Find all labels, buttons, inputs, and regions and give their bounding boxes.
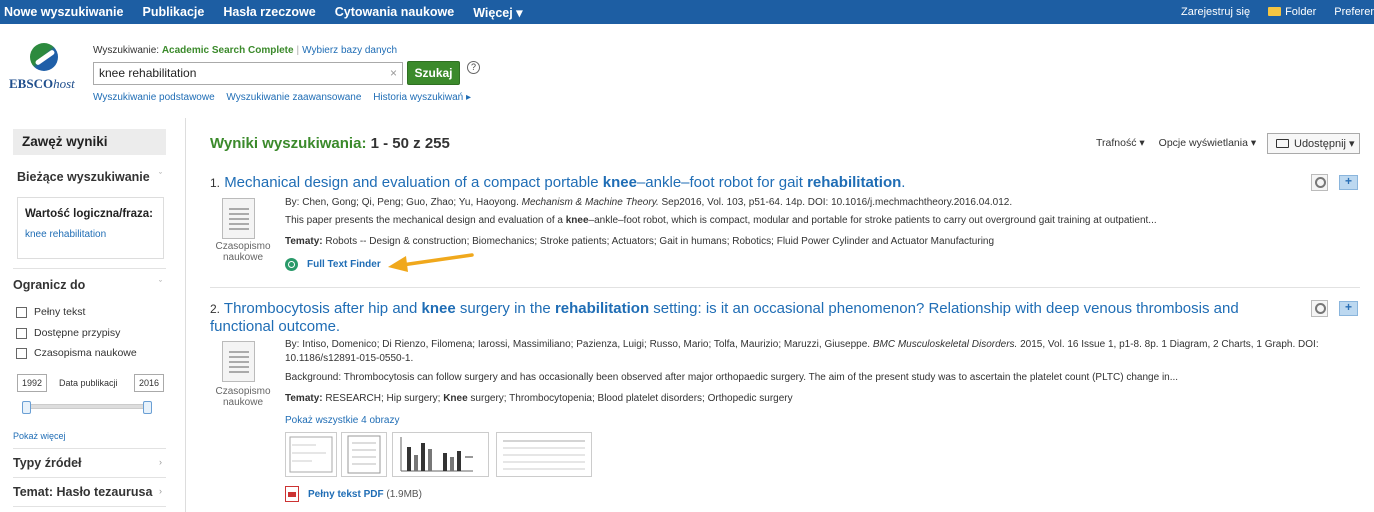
- limit-to-section[interactable]: Ogranicz do ˇ: [13, 278, 166, 292]
- image-thumbnails: [285, 432, 595, 479]
- nav-more-menu[interactable]: Więcej ▾: [473, 5, 522, 20]
- year-to-input[interactable]: 2016: [133, 374, 164, 392]
- clear-search-icon[interactable]: ×: [390, 66, 397, 80]
- nav-publications[interactable]: Publikacje: [142, 5, 204, 19]
- chevron-right-icon: ›: [159, 457, 162, 467]
- slider-track: [26, 404, 148, 409]
- folder-icon: [1268, 7, 1282, 16]
- slider-handle-end[interactable]: [143, 401, 152, 414]
- chevron-up-icon: ˇ: [159, 171, 162, 181]
- subject-thesaurus-section[interactable]: Temat: Hasło tezaurusa ›: [13, 485, 166, 499]
- top-navigation-bar: Nowe wyszukiwanie Publikacje Hasła rzecz…: [0, 0, 1374, 24]
- results-count: 1 - 50 z 255: [370, 135, 450, 152]
- result-title-link[interactable]: 2. Thrombocytosis after hip and knee sur…: [210, 300, 1240, 336]
- image-thumbnail[interactable]: [285, 432, 337, 477]
- references-available-checkbox[interactable]: Dostępne przypisy: [16, 327, 120, 339]
- nav-new-search[interactable]: Nowe wyszukiwanie: [4, 5, 123, 19]
- pdf-icon: [285, 486, 299, 502]
- boolean-value-link[interactable]: knee rehabilitation: [25, 229, 156, 240]
- preview-magnifier-icon[interactable]: [1311, 300, 1328, 317]
- year-from-input[interactable]: 1992: [17, 374, 48, 392]
- results-heading: Wyniki wyszukiwania: 1 - 50 z 255: [210, 135, 450, 152]
- image-thumbnail[interactable]: [341, 432, 387, 477]
- abstract-snippet: Background: Thrombocytosis can follow su…: [285, 372, 1179, 383]
- nav-subject-terms[interactable]: Hasła rzeczowe: [223, 5, 315, 19]
- search-mode-links: Wyszukiwanie podstawowe Wyszukiwanie zaa…: [93, 92, 480, 103]
- annotation-arrow-icon: [388, 253, 474, 272]
- folder-link[interactable]: Folder: [1268, 6, 1316, 18]
- search-database-line: Wyszukiwanie: Academic Search Complete | W…: [93, 45, 398, 56]
- chevron-up-icon: ˇ: [159, 279, 162, 289]
- result-item: 1. Mechanical design and evaluation of a…: [210, 174, 1360, 274]
- basic-search-link[interactable]: Wyszukiwanie podstawowe: [93, 92, 215, 103]
- document-type-label: Czasopismo naukowe: [215, 241, 271, 263]
- help-icon[interactable]: ?: [467, 61, 480, 74]
- publication-date-label: Data publikacji: [59, 378, 118, 388]
- search-query: knee rehabilitation: [99, 66, 197, 80]
- sort-relevance-dropdown[interactable]: Trafność ▾: [1096, 137, 1145, 149]
- subjects-line: Tematy: Robots -- Design & construction;…: [285, 236, 995, 247]
- abstract-snippet: This paper presents the mechanical desig…: [285, 215, 1157, 226]
- pdf-size: (1.9MB): [386, 488, 422, 500]
- preview-magnifier-icon[interactable]: [1311, 174, 1328, 191]
- folder-label: Folder: [1285, 6, 1317, 18]
- full-text-finder-link[interactable]: Full Text Finder: [285, 258, 381, 271]
- logo-wordmark: EBSCOhost: [9, 76, 75, 91]
- image-thumbnail[interactable]: [496, 432, 592, 477]
- slider-handle-start[interactable]: [22, 401, 31, 414]
- divider: [13, 477, 166, 478]
- pdf-full-text-link[interactable]: Pełny tekst PDF (1.9MB): [285, 486, 422, 502]
- date-range-slider[interactable]: [22, 401, 152, 414]
- divider: [13, 448, 166, 449]
- current-search-section[interactable]: Bieżące wyszukiwanie ˇ: [17, 170, 166, 184]
- narrow-results-heading: Zawęż wyniki: [13, 129, 166, 155]
- citation-line: By: Intiso, Domenico; Di Rienzo, Filomen…: [285, 339, 1319, 364]
- preferences-link[interactable]: Preferencje: [1334, 6, 1374, 18]
- advanced-search-link[interactable]: Wyszukiwanie zaawansowane: [226, 92, 361, 103]
- add-to-folder-icon[interactable]: [1339, 300, 1358, 316]
- choose-databases-link[interactable]: Wybierz bazy danych: [302, 45, 397, 56]
- publication-date-range: 1992 Data publikacji 2016: [17, 374, 164, 392]
- divider: [13, 268, 166, 269]
- image-thumbnail[interactable]: [392, 432, 489, 477]
- show-all-images-link[interactable]: Pokaż wszystkie 4 obrazy: [285, 414, 400, 428]
- database-name: Academic Search Complete: [161, 45, 294, 56]
- search-button[interactable]: Szukaj: [407, 61, 460, 85]
- share-button[interactable]: Udostępnij ▾: [1267, 133, 1360, 154]
- boolean-phrase-box: Wartość logiczna/fraza: knee rehabilitat…: [17, 197, 164, 259]
- result-item: 2. Thrombocytosis after hip and knee sur…: [210, 300, 1360, 512]
- add-to-folder-icon[interactable]: [1339, 174, 1358, 190]
- scholarly-journals-checkbox[interactable]: Czasopisma naukowe: [16, 347, 137, 359]
- checkbox-icon: [16, 347, 27, 359]
- search-history-link[interactable]: Historia wyszukiwań ▸: [373, 92, 471, 103]
- display-options-dropdown[interactable]: Opcje wyświetlania ▾: [1159, 137, 1256, 149]
- full-text-finder-icon: [285, 258, 298, 271]
- journal-document-icon[interactable]: [222, 198, 255, 239]
- full-text-checkbox[interactable]: Pełny tekst: [16, 306, 85, 318]
- document-type-label: Czasopismo naukowe: [215, 386, 271, 408]
- result-divider: [210, 287, 1360, 288]
- register-link[interactable]: Zarejestruj się: [1181, 6, 1250, 18]
- subjects-line: Tematy: RESEARCH; Hip surgery; Knee surg…: [285, 393, 793, 404]
- search-input[interactable]: knee rehabilitation ×: [93, 62, 403, 85]
- divider: [13, 506, 166, 507]
- source-types-section[interactable]: Typy źródeł ›: [13, 456, 166, 470]
- search-label: Wyszukiwanie:: [93, 45, 160, 56]
- results-toolbar: Trafność ▾ Opcje wyświetlania ▾: [1096, 133, 1270, 153]
- chevron-right-icon: ›: [159, 486, 162, 496]
- checkbox-icon: [16, 306, 27, 318]
- checkbox-icon: [16, 327, 27, 339]
- nav-cited-references[interactable]: Cytowania naukowe: [335, 5, 454, 19]
- journal-document-icon[interactable]: [222, 341, 255, 382]
- ebscohost-logo[interactable]: EBSCOhost: [9, 43, 79, 93]
- result-title-link[interactable]: 1. Mechanical design and evaluation of a…: [210, 174, 1240, 192]
- share-icon: [1276, 139, 1289, 148]
- ebsco-globe-icon: [30, 43, 58, 71]
- boolean-label: Wartość logiczna/fraza:: [25, 208, 154, 220]
- show-more-link[interactable]: Pokaż więcej: [13, 431, 66, 441]
- citation-line: By: Chen, Gong; Qi, Peng; Guo, Zhao; Yu,…: [285, 197, 1013, 208]
- refine-sidebar: Zawęż wyniki Bieżące wyszukiwanie ˇ Warto…: [0, 118, 186, 512]
